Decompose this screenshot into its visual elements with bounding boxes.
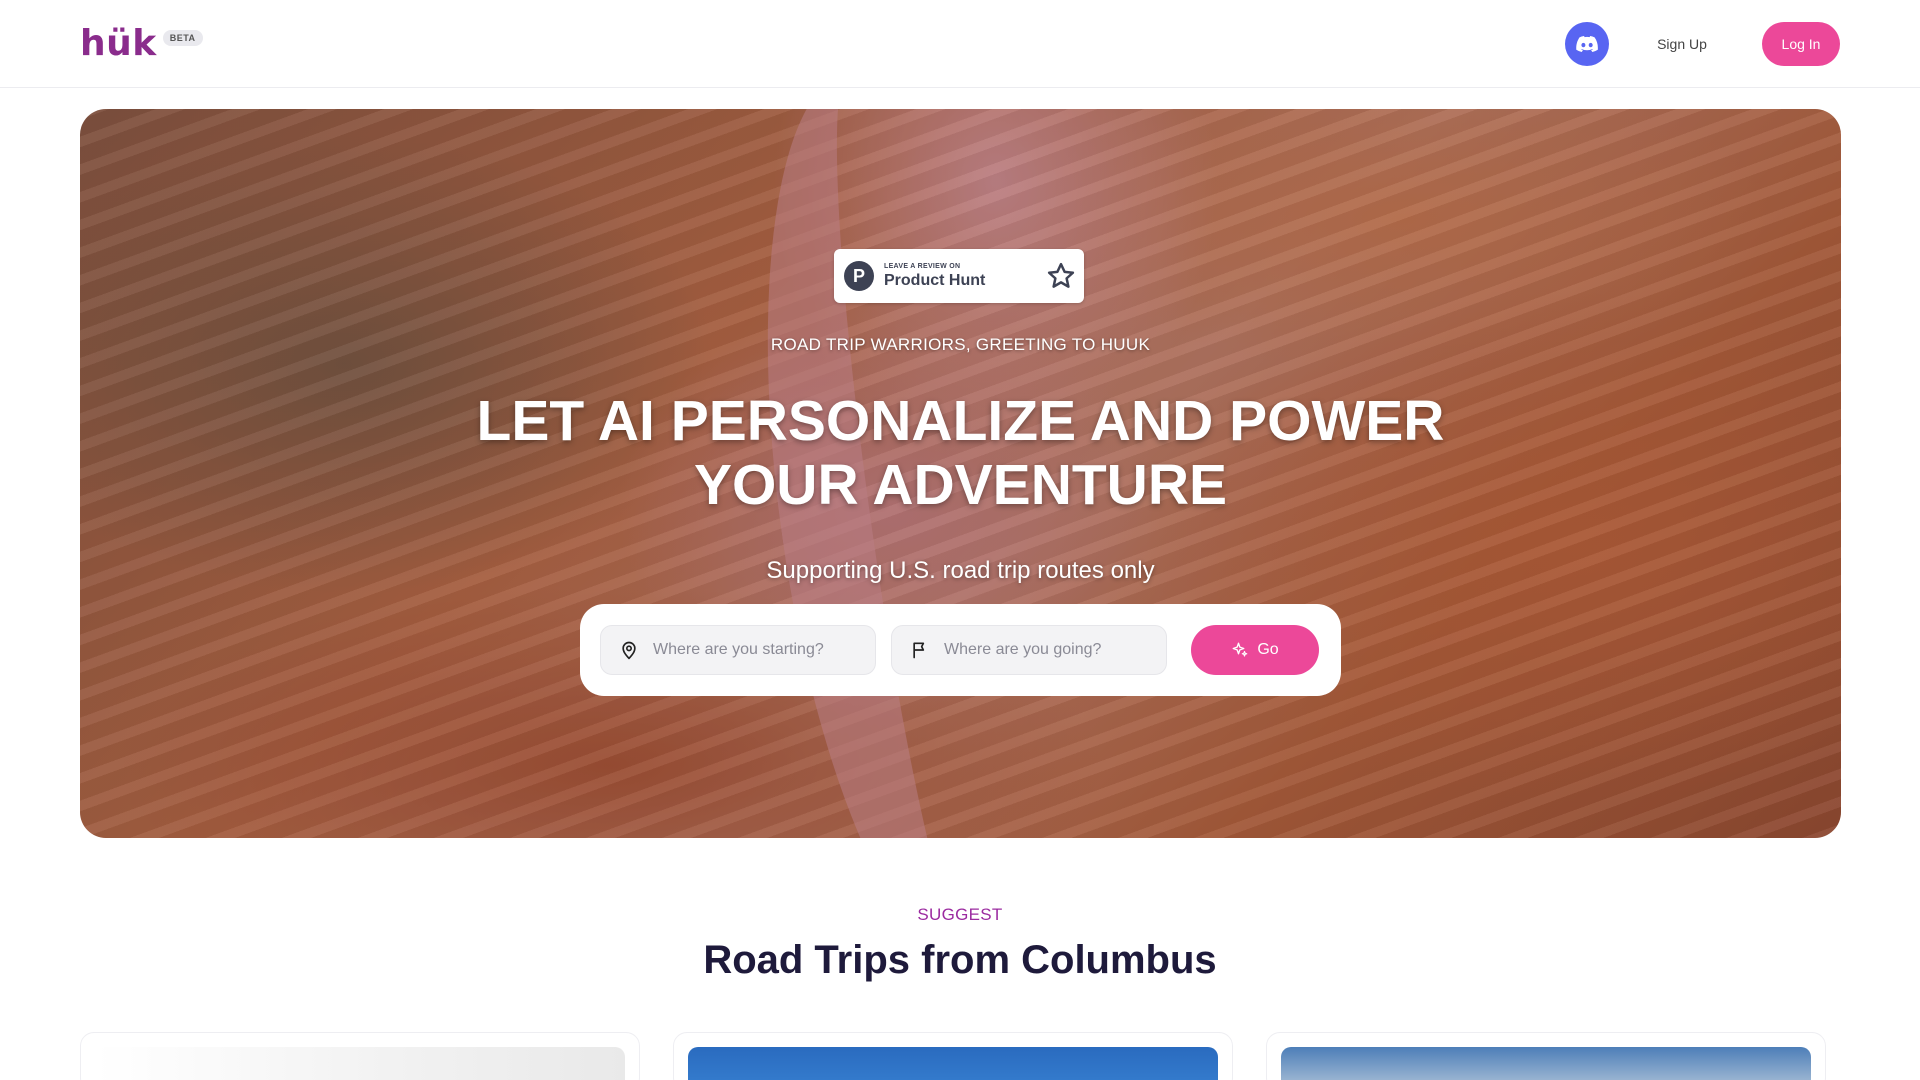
hero-headline-line-1: LET AI PERSONALIZE AND POWER bbox=[476, 389, 1445, 453]
hero-headline-line-2: YOUR ADVENTURE bbox=[693, 453, 1228, 517]
trip-card-image bbox=[95, 1047, 625, 1080]
beta-badge: BETA bbox=[162, 30, 203, 46]
hero-subline: Supporting U.S. road trip routes only bbox=[766, 557, 1155, 584]
discord-button[interactable] bbox=[1565, 22, 1609, 66]
suggest-section-title: Road Trips from Columbus bbox=[703, 938, 1217, 982]
trip-card-image bbox=[688, 1047, 1218, 1080]
product-hunt-small-text: LEAVE A REVIEW ON bbox=[884, 262, 961, 270]
go-button-label: Go bbox=[1257, 641, 1279, 658]
destination-input[interactable] bbox=[944, 641, 1144, 659]
hero-headline: LET AI PERSONALIZE AND POWER YOUR ADVENT… bbox=[80, 389, 1841, 517]
discord-icon bbox=[1576, 36, 1598, 52]
star-icon bbox=[1047, 262, 1075, 288]
product-hunt-logo-icon: P bbox=[844, 261, 874, 291]
hero-banner: P LEAVE A REVIEW ON Product Hunt ROAD TR… bbox=[80, 109, 1841, 838]
trip-search-panel: Go bbox=[580, 604, 1341, 696]
logo-text: hük bbox=[80, 23, 157, 64]
go-button[interactable]: Go bbox=[1191, 625, 1319, 675]
start-location-field[interactable] bbox=[600, 625, 876, 675]
sign-up-link[interactable]: Sign Up bbox=[1640, 22, 1724, 66]
destination-field[interactable] bbox=[891, 625, 1167, 675]
hero-greeting: ROAD TRIP WARRIORS, GREETING TO HUUK bbox=[770, 335, 1151, 354]
trip-card[interactable] bbox=[80, 1032, 640, 1080]
log-in-button[interactable]: Log In bbox=[1762, 22, 1840, 66]
map-pin-icon bbox=[622, 641, 636, 660]
trip-card-image bbox=[1281, 1047, 1811, 1080]
logo[interactable]: hük BETA bbox=[80, 24, 203, 64]
product-hunt-name: Product Hunt bbox=[884, 271, 986, 289]
suggest-section-label: SUGGEST bbox=[917, 905, 1003, 924]
flag-icon bbox=[913, 642, 925, 659]
product-hunt-badge[interactable]: P LEAVE A REVIEW ON Product Hunt bbox=[834, 249, 1084, 303]
sparkle-icon bbox=[1232, 642, 1248, 657]
trip-card[interactable] bbox=[1266, 1032, 1826, 1080]
site-header: hük BETA Sign Up Log In bbox=[0, 0, 1920, 88]
start-location-input[interactable] bbox=[653, 641, 853, 659]
trip-card[interactable] bbox=[673, 1032, 1233, 1080]
